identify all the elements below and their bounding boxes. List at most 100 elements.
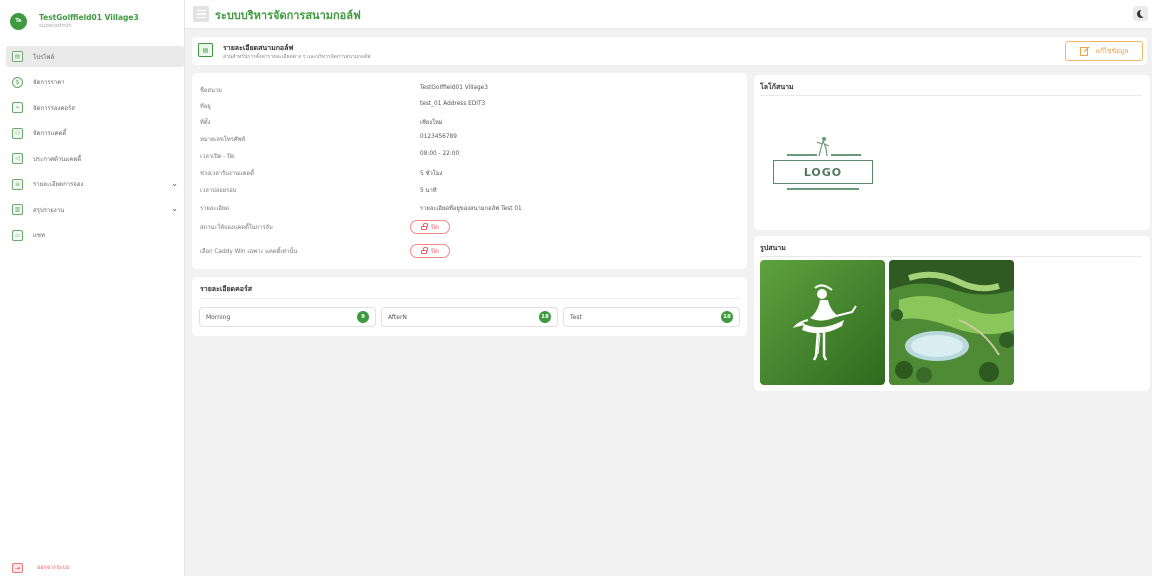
logout-button[interactable]: ⇥ ออกจากระบบ xyxy=(12,563,69,573)
course-logo-image: LOGO xyxy=(773,136,875,190)
brand-role: superadmin xyxy=(39,23,72,29)
info-row-name: ชื่อสนาม TestGolffield01 Village3 xyxy=(200,85,740,95)
id-card-icon: ▤ xyxy=(198,43,213,57)
sidebar-item-reports[interactable]: ▥ สรุปรายงาน ⌄ xyxy=(6,199,184,220)
sidebar-item-announcements[interactable]: ◁ ประกาศด้านแคดดี้ xyxy=(6,148,184,169)
logout-icon: ⇥ xyxy=(12,563,23,573)
golfer-icon xyxy=(816,137,830,157)
info-key: รายละเอียด xyxy=(200,206,230,212)
hole-count-badge: 18 xyxy=(721,311,733,323)
hole-count-badge: 9 xyxy=(357,311,369,323)
info-value: TestGolffield01 Village3 xyxy=(420,85,488,91)
section-title: รูปสนาม xyxy=(760,244,786,252)
course-photo-aerial[interactable] xyxy=(889,260,1014,385)
info-row-location: ที่ตั้ง เชียงใหม่ xyxy=(200,117,740,127)
brand: Te TestGolffield01 Village3 superadmin xyxy=(10,6,139,36)
megaphone-icon: ◁ xyxy=(12,153,23,164)
info-value: รายละเอียดที่อยู่ของสนามกอล์ฟ Test 01 xyxy=(420,206,522,212)
info-key: หมายเลขโทรศัพท์ xyxy=(200,137,246,143)
info-row-release-interval: เวลาปล่อยรอบ 5 นาที xyxy=(200,185,740,195)
chart-icon: ⌁ xyxy=(12,102,23,113)
sidebar-item-label: รายละเอียดการจอง xyxy=(33,181,84,188)
golfer-silhouette-image xyxy=(792,284,857,361)
golf-course-aerial-image xyxy=(889,260,1014,385)
info-row-caddy-win: เลือก Caddy Win เฉพาะ แคดดี้เท่านั้น xyxy=(200,246,740,256)
divider xyxy=(760,95,1142,96)
info-key: เลือก Caddy Win เฉพาะ แคดดี้เท่านั้น xyxy=(200,249,298,255)
top-bar: ระบบบริหารจัดการสนามกอล์ฟ xyxy=(185,0,1152,29)
info-value: 5 ชั่วโมง xyxy=(420,171,443,177)
sidebar-item-bookings[interactable]: ≡ รายละเอียดการจอง ⌄ xyxy=(6,174,184,195)
info-key: สถานะให้จองแคดดี้ในการจับ xyxy=(200,225,273,231)
theme-toggle-button[interactable] xyxy=(1133,6,1148,21)
id-card-icon: ▤ xyxy=(12,51,23,62)
edit-button-label: แก้ไขข้อมูล xyxy=(1095,47,1129,55)
info-row-phone: หมายเลขโทรศัพท์ 0123456789 xyxy=(200,134,740,144)
course-photos-card: รูปสนาม xyxy=(754,236,1150,391)
course-logo-card: โลโก้สนาม LOGO xyxy=(754,75,1150,230)
lock-icon xyxy=(421,247,428,255)
golf-course-info-card: ชื่อสนาม TestGolffield01 Village3 ที่อยู… xyxy=(192,73,747,269)
caddy-win-toggle[interactable]: ปิด xyxy=(410,244,450,258)
chevron-down-icon: ⌄ xyxy=(171,204,178,213)
info-key: ที่ตั้ง xyxy=(200,120,211,126)
sidebar-item-label: จัดการรองคอร์ส xyxy=(33,104,75,112)
course-name: Morning xyxy=(206,314,231,321)
menu-toggle-button[interactable] xyxy=(193,6,209,22)
page-header: ▤ รายละเอียดสนามกอล์ฟ ส่วนสำหรับการตั้งค… xyxy=(192,37,1147,65)
toggle-label: ปิด xyxy=(431,224,439,231)
hole-count-badge: 18 xyxy=(539,311,551,323)
course-name: Test xyxy=(570,314,582,321)
section-title: รายละเอียดคอร์ส xyxy=(200,285,253,293)
toggle-label: ปิด xyxy=(431,248,439,255)
chat-icon: ▱ xyxy=(12,229,23,241)
info-row-address: ที่อยู่ test_01 Address EDIT3 xyxy=(200,101,740,111)
app-title: ระบบบริหารจัดการสนามกอล์ฟ xyxy=(215,9,361,22)
sidebar-item-caddies[interactable]: ⚇ จัดการแคดดี้ xyxy=(6,123,184,144)
edit-icon xyxy=(1079,46,1090,56)
info-row-caddy-window: ช่วงเวลารับงานแคดดี้ 5 ชั่วโมง xyxy=(200,168,740,178)
report-icon: ▥ xyxy=(12,204,23,215)
sidebar-item-label: จัดการแคดดี้ xyxy=(33,130,67,137)
info-value: 5 นาที xyxy=(420,188,437,194)
info-key: เวลาปล่อยรอบ xyxy=(200,188,237,194)
sidebar: Te TestGolffield01 Village3 superadmin ▤… xyxy=(0,0,185,576)
avatar: Te xyxy=(10,12,27,30)
sidebar-item-label: ประกาศด้านแคดดี้ xyxy=(33,155,82,163)
course-item-morning[interactable]: Morning 9 xyxy=(199,307,376,327)
logo-text: LOGO xyxy=(773,160,873,184)
sidebar-item-profile[interactable]: ▤ โปรไฟล์ xyxy=(6,46,184,67)
sidebar-item-label: แชท xyxy=(33,232,45,239)
info-row-details: รายละเอียด รายละเอียดที่อยู่ของสนามกอล์ฟ… xyxy=(200,203,740,213)
info-key: เวลาเปิด - ปิด xyxy=(200,154,235,160)
section-title: โลโก้สนาม xyxy=(760,83,794,91)
sidebar-item-chat[interactable]: ▱ แชท xyxy=(6,225,184,246)
caddy-booking-status-toggle[interactable]: ปิด xyxy=(410,220,450,234)
course-details-card: รายละเอียดคอร์ส Morning 9 AfterN 18 Test… xyxy=(192,277,747,336)
sidebar-item-label: จัดการราคา xyxy=(33,79,65,86)
group-icon: ⚇ xyxy=(12,127,23,139)
edit-button[interactable]: แก้ไขข้อมูล xyxy=(1065,41,1143,61)
info-value: 08:00 - 22:00 xyxy=(420,151,460,157)
info-row-hours: เวลาเปิด - ปิด 08:00 - 22:00 xyxy=(200,151,740,161)
course-item-aftern[interactable]: AfterN 18 xyxy=(381,307,558,327)
info-value: test_01 Address EDIT3 xyxy=(420,101,486,107)
logout-label: ออกจากระบบ xyxy=(37,565,70,571)
course-item-test[interactable]: Test 18 xyxy=(563,307,740,327)
divider xyxy=(200,298,739,299)
divider xyxy=(760,256,1142,257)
coin-icon: $ xyxy=(12,76,23,88)
sidebar-item-label: โปรไฟล์ xyxy=(33,53,55,61)
course-photo-golfer[interactable] xyxy=(760,260,885,385)
info-key: ชื่อสนาม xyxy=(200,88,222,94)
lock-icon xyxy=(421,223,428,231)
sidebar-item-courses[interactable]: ⌁ จัดการรองคอร์ส xyxy=(6,97,184,118)
list-icon: ≡ xyxy=(12,178,23,190)
sidebar-item-pricing[interactable]: $ จัดการราคา xyxy=(6,72,184,93)
sidebar-nav: ▤ โปรไฟล์ $ จัดการราคา ⌁ จัดการรองคอร์ส … xyxy=(6,46,184,250)
brand-name: TestGolffield01 Village3 xyxy=(39,13,139,22)
info-key: ที่อยู่ xyxy=(200,104,211,110)
moon-icon xyxy=(1136,8,1147,18)
info-value: 0123456789 xyxy=(420,134,457,140)
info-key: ช่วงเวลารับงานแคดดี้ xyxy=(200,171,255,177)
